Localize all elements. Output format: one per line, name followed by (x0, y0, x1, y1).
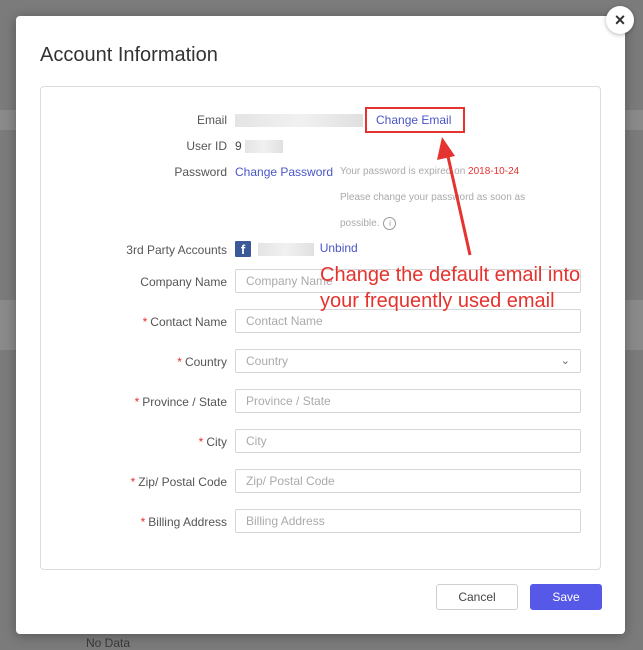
password-note-line3: possible. (340, 218, 380, 229)
chevron-down-icon: ⌄ (560, 355, 570, 367)
email-redacted (235, 114, 363, 128)
billing-label: * Billing Address (141, 515, 227, 529)
password-note-line1: Your password is expired on (340, 166, 466, 177)
email-value (235, 113, 363, 128)
city-label-text: City (206, 435, 227, 449)
billing-address-input[interactable] (235, 509, 581, 533)
third-party-value: f Unbind (235, 241, 358, 257)
contact-label: * Contact Name (143, 315, 227, 329)
country-placeholder: Country (246, 354, 289, 368)
billing-label-text: Billing Address (148, 515, 227, 529)
country-label: * Country (177, 355, 227, 369)
password-label: Password (174, 165, 227, 179)
zip-label: * Zip/ Postal Code (131, 475, 227, 489)
required-mark: * (177, 355, 182, 369)
change-password-link[interactable]: Change Password (235, 165, 333, 179)
province-state-input[interactable] (235, 389, 581, 413)
facebook-account-redacted (258, 242, 315, 256)
user-id-redacted (245, 140, 284, 154)
account-form-panel: Email Change Email User ID 9 Password Ch… (40, 86, 601, 570)
required-mark: * (140, 515, 146, 529)
city-input[interactable] (235, 429, 581, 453)
annotation-text: Change the default email into your frequ… (320, 262, 640, 314)
email-label: Email (196, 113, 227, 127)
third-party-label: 3rd Party Accounts (126, 243, 227, 257)
user-id-value: 9 (235, 139, 284, 154)
account-dialog: Account Information Email Change Email U… (16, 16, 625, 634)
zip-postal-code-input[interactable] (235, 469, 581, 493)
required-mark: * (134, 395, 140, 409)
close-button[interactable]: × (606, 6, 634, 34)
close-icon: × (614, 9, 626, 30)
bg-no-data: No Data (86, 636, 131, 650)
required-mark: * (198, 435, 204, 449)
facebook-icon: f (235, 241, 251, 257)
country-label-text: Country (184, 355, 227, 369)
password-expiry-note: Your password is expired on 2018-10-24 P… (340, 159, 550, 237)
user-id-label: User ID (186, 139, 227, 153)
annotation-line-1: Change the default email into (320, 264, 581, 286)
province-label: * Province / State (135, 395, 227, 409)
annotation-line-2: your frequently used email (320, 290, 555, 312)
country-select[interactable]: Country ⌄ (235, 349, 581, 373)
password-expiry-date: 2018-10-24 (468, 166, 520, 177)
user-id-prefix: 9 (235, 139, 242, 153)
cancel-button[interactable]: Cancel (436, 584, 518, 610)
info-icon[interactable]: i (383, 216, 397, 230)
save-button[interactable]: Save (530, 584, 602, 610)
province-label-text: Province / State (142, 395, 227, 409)
required-mark: * (142, 315, 148, 329)
company-label: Company Name (140, 275, 227, 289)
dialog-title: Account Information (40, 44, 218, 66)
unbind-link[interactable]: Unbind (320, 241, 358, 255)
city-label: * City (199, 435, 227, 449)
required-mark: * (130, 475, 136, 489)
annotation-highlight-box (365, 107, 465, 133)
contact-label-text: Contact Name (150, 315, 227, 329)
zip-label-text: Zip/ Postal Code (138, 475, 227, 489)
password-note-line2: Please change your password as soon as (340, 192, 526, 203)
